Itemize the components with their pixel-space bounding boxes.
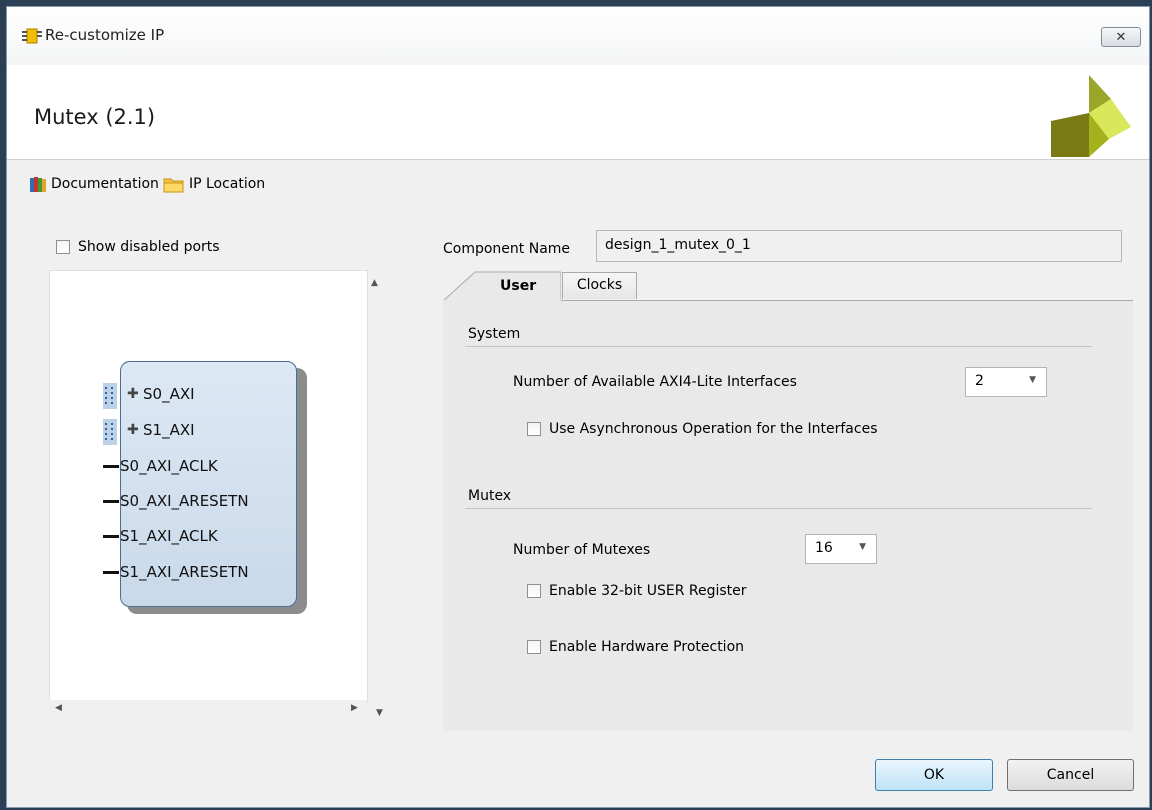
num-interfaces-select[interactable]: 2 ▼ (965, 367, 1047, 397)
ok-button[interactable]: OK (875, 759, 993, 791)
system-section-divider (465, 346, 1092, 347)
ip-location-label: IP Location (188, 176, 266, 192)
scroll-down-arrow-icon[interactable]: ▼ (376, 708, 383, 718)
port-s0-axi[interactable]: S0_AXI (143, 385, 195, 403)
window-title: Re-customize IP (45, 26, 165, 44)
num-mutexes-label: Number of Mutexes (513, 542, 651, 558)
documentation-link[interactable]: Documentation (29, 175, 159, 193)
tab-clocks-label: Clocks (576, 277, 623, 293)
chevron-down-icon: ▼ (859, 542, 866, 552)
tab-clocks[interactable]: Clocks (562, 272, 637, 299)
expand-plus-icon[interactable]: ✚ (127, 422, 139, 438)
port-pin (103, 571, 119, 574)
num-interfaces-label: Number of Available AXI4-Lite Interfaces (513, 374, 797, 390)
show-disabled-ports-label: Show disabled ports (78, 239, 220, 255)
port-s1-axi-aclk[interactable]: S1_AXI_ACLK (120, 527, 218, 545)
port-s0-axi-aclk[interactable]: S0_AXI_ACLK (120, 457, 218, 475)
tab-panel-user (443, 301, 1133, 731)
ip-title: Mutex (2.1) (34, 105, 156, 129)
port-s1-axi-aresetn[interactable]: S1_AXI_ARESETN (120, 563, 249, 581)
port-s0-axi-aresetn[interactable]: S0_AXI_ARESETN (120, 492, 249, 510)
mutex-section-divider (465, 508, 1092, 509)
close-icon: ✕ (1115, 29, 1127, 45)
system-section-label: System (468, 326, 521, 342)
component-name-field[interactable]: design_1_mutex_0_1 (596, 230, 1122, 262)
tab-user[interactable]: User (443, 271, 561, 302)
re-customize-ip-dialog: Re-customize IP ✕ Mutex (2.1) Documentat… (6, 6, 1150, 808)
num-mutexes-select[interactable]: 16 ▼ (805, 534, 877, 564)
scroll-left-arrow-icon[interactable]: ◀ (55, 703, 62, 713)
async-operation-label: Use Asynchronous Operation for the Inter… (549, 421, 878, 437)
ip-core-icon (22, 28, 42, 44)
horizontal-scrollbar[interactable]: ◀ ▶ (49, 700, 366, 718)
port-pin (103, 535, 119, 538)
async-operation-checkbox[interactable] (527, 422, 541, 436)
port-pin (103, 500, 119, 503)
port-pin (103, 465, 119, 468)
show-disabled-ports-row[interactable]: Show disabled ports (56, 239, 220, 255)
component-name-label: Component Name (443, 241, 571, 257)
scroll-right-arrow-icon[interactable]: ▶ (351, 703, 358, 713)
hardware-protection-checkbox[interactable] (527, 640, 541, 654)
user-register-label: Enable 32-bit USER Register (549, 583, 747, 599)
doc-links-bar: Documentation IP Location (29, 175, 265, 193)
books-icon (30, 177, 46, 192)
ip-location-link[interactable]: IP Location (163, 175, 265, 193)
bus-connector-icon (103, 383, 117, 409)
user-register-row[interactable]: Enable 32-bit USER Register (527, 583, 747, 599)
close-button[interactable]: ✕ (1101, 27, 1141, 47)
documentation-label: Documentation (51, 176, 159, 192)
title-bar: Re-customize IP ✕ (7, 7, 1149, 66)
show-disabled-ports-checkbox[interactable] (56, 240, 70, 254)
xilinx-logo-icon (1051, 75, 1131, 157)
bus-connector-icon (103, 419, 117, 445)
async-operation-row[interactable]: Use Asynchronous Operation for the Inter… (527, 421, 878, 437)
hardware-protection-row[interactable]: Enable Hardware Protection (527, 639, 744, 655)
folder-icon (163, 178, 184, 193)
tab-user-label: User (500, 278, 537, 294)
scroll-up-arrow-icon[interactable]: ▲ (371, 278, 378, 288)
num-mutexes-value: 16 (815, 540, 833, 556)
chevron-down-icon: ▼ (1029, 375, 1036, 385)
hardware-protection-label: Enable Hardware Protection (549, 639, 745, 655)
num-interfaces-value: 2 (975, 373, 984, 389)
ip-header: Mutex (2.1) (7, 65, 1149, 160)
user-register-checkbox[interactable] (527, 584, 541, 598)
port-s1-axi[interactable]: S1_AXI (143, 421, 195, 439)
expand-plus-icon[interactable]: ✚ (127, 386, 139, 402)
cancel-button[interactable]: Cancel (1007, 759, 1134, 791)
mutex-section-label: Mutex (468, 488, 512, 504)
